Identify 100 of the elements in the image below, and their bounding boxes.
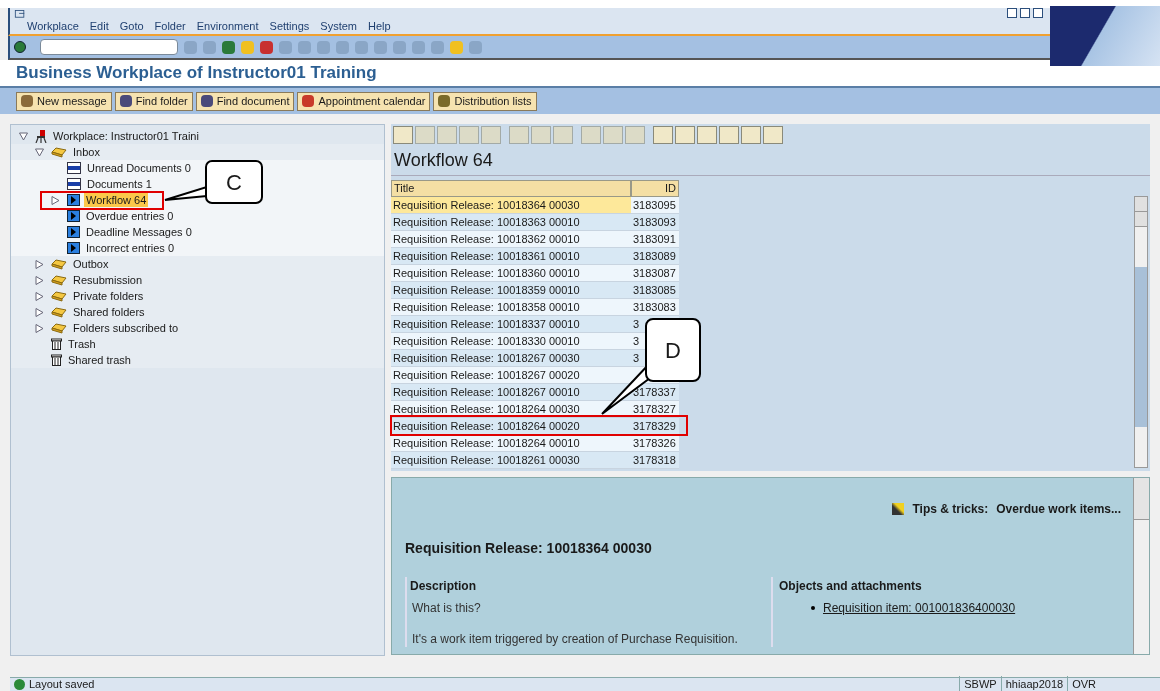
table-cell[interactable]: Requisition Release: 10018359 00010 [391, 282, 631, 298]
column-header[interactable]: ID [631, 180, 679, 197]
toolbar-button[interactable]: New message [16, 91, 112, 111]
toolbar-button[interactable]: Find document [195, 91, 295, 111]
expand-icon[interactable] [34, 275, 44, 285]
document-icon [67, 162, 81, 174]
page-title: Business Workplace of Instructor01 Training [16, 62, 377, 85]
tree-item[interactable]: Shared folders [71, 305, 147, 319]
table-cell[interactable]: Requisition Release: 10018261 00030 [391, 452, 631, 468]
status-field: OVR [1067, 676, 1100, 691]
table-cell[interactable]: Requisition Release: 10018364 00030 [391, 197, 631, 213]
list-title: Workflow 64 [391, 146, 1150, 176]
expand-icon[interactable] [34, 323, 44, 333]
tree-item[interactable]: Documents 1 [85, 177, 154, 191]
table-cell[interactable]: Requisition Release: 10018358 00010 [391, 299, 631, 315]
command-field[interactable] [40, 39, 178, 55]
tree-item[interactable]: Unread Documents 0 [85, 161, 193, 175]
tree-item[interactable]: Private folders [71, 289, 146, 303]
expand-icon[interactable] [34, 307, 44, 317]
tree-item[interactable]: Incorrect entries 0 [84, 241, 177, 255]
description-text: What is this? [411, 600, 482, 617]
table-cell[interactable]: Requisition Release: 10018264 00030 [391, 401, 631, 417]
toolbar-button[interactable]: Find folder [114, 91, 193, 111]
callout-pointer [164, 186, 207, 202]
attachment-link[interactable]: Requisition item: 001001836400030 [823, 599, 1016, 617]
status-field: hhiaap2018 [1000, 676, 1068, 691]
table-cell[interactable]: Requisition Release: 10018361 00010 [391, 248, 631, 264]
tree-item[interactable]: Workplace: Instructor01 Traini [51, 129, 201, 143]
table-cell-text: 3183085 [633, 283, 676, 298]
toolbar-button[interactable]: Distribution lists [433, 91, 537, 111]
table-cell[interactable]: Requisition Release: 10018330 00010 [391, 333, 631, 349]
table-cell-text: 3178318 [633, 453, 676, 468]
tree-item[interactable]: Workflow 64 [84, 193, 149, 207]
scrollbar[interactable] [1133, 478, 1149, 654]
tree-item[interactable]: Overdue entries 0 [84, 209, 176, 223]
menu-item[interactable]: Workplace [27, 17, 79, 34]
table-cell[interactable]: Requisition Release: 10018362 00010 [391, 231, 631, 247]
table-cell[interactable]: Requisition Release: 10018264 00010 [391, 435, 631, 451]
table-cell-text: 3183091 [633, 232, 676, 247]
success-icon [14, 679, 25, 690]
tree-item[interactable]: Outbox [71, 257, 111, 271]
toolbar-button[interactable]: Appointment calendar [297, 91, 431, 111]
close-icon[interactable] [1033, 8, 1043, 18]
table-cell[interactable]: Requisition Release: 10018264 00020 [391, 418, 631, 434]
tree-item[interactable]: Trash [66, 337, 98, 351]
collapse-icon[interactable] [34, 147, 44, 157]
tree-item[interactable]: Shared trash [66, 353, 133, 367]
table-cell-text: 3183095 [633, 198, 676, 213]
description-text: It's a work item triggered by creation of Purchase Requisition. [411, 631, 739, 648]
menu-item[interactable]: Settings [269, 17, 310, 34]
play-icon [67, 194, 80, 206]
tray-icon [51, 258, 67, 270]
bullet-icon [811, 606, 815, 610]
scrollbar[interactable] [1134, 196, 1148, 468]
tree-item[interactable]: Resubmission [71, 273, 145, 287]
enter-icon[interactable] [14, 41, 26, 53]
expand-icon[interactable] [34, 291, 44, 301]
menu-item[interactable]: Help [368, 17, 391, 34]
callout: C [205, 160, 263, 204]
tray-icon [51, 290, 67, 302]
table-cell-text: 3178329 [633, 419, 676, 434]
tree-item[interactable]: Folders subscribed to [71, 321, 181, 335]
tree-item[interactable]: Inbox [71, 145, 102, 159]
trash-icon [51, 338, 62, 350]
table-cell[interactable]: Requisition Release: 10018360 00010 [391, 265, 631, 281]
document-icon [67, 178, 81, 190]
menu-item[interactable]: System [320, 17, 357, 34]
table-cell-text: 3183089 [633, 249, 676, 264]
collapse-icon[interactable] [18, 131, 28, 141]
chair-icon [35, 129, 47, 143]
tips-link[interactable]: Overdue work items... [996, 500, 1121, 518]
table-cell-text: 3178326 [633, 436, 676, 451]
expand-icon[interactable] [50, 195, 60, 205]
expand-icon[interactable] [34, 259, 44, 269]
status-field: SBWP [959, 676, 1001, 691]
table-cell[interactable]: Requisition Release: 10018267 00030 [391, 350, 631, 366]
tray-icon [51, 274, 67, 286]
table-cell-text: 3 [633, 317, 640, 332]
trash-icon [51, 354, 62, 366]
restore-icon[interactable] [1020, 8, 1030, 18]
table-cell-text: 3 [633, 334, 640, 349]
menu-item[interactable]: Goto [119, 17, 144, 34]
detail-heading: Requisition Release: 10018364 00030 [404, 539, 653, 558]
table-cell-text: 3178337 [633, 385, 676, 400]
menu-item[interactable]: Edit [89, 17, 109, 34]
tray-icon [51, 322, 67, 334]
tree-item[interactable]: Deadline Messages 0 [84, 225, 194, 239]
menu-icon[interactable] [14, 10, 26, 19]
status-message: Layout saved [29, 677, 95, 691]
table-cell-text: 3183083 [633, 300, 676, 315]
table-cell-text: 3183093 [633, 215, 676, 230]
column-header[interactable]: Title [391, 180, 631, 197]
tray-icon [51, 306, 67, 318]
table-cell-text: 3 [633, 351, 640, 366]
menu-item[interactable]: Environment [196, 17, 259, 34]
table-cell[interactable]: Requisition Release: 10018337 00010 [391, 316, 631, 332]
table-cell[interactable]: Requisition Release: 10018363 00010 [391, 214, 631, 230]
tray-icon [51, 146, 67, 158]
minimize-icon[interactable] [1007, 8, 1017, 18]
menu-item[interactable]: Folder [154, 17, 186, 34]
